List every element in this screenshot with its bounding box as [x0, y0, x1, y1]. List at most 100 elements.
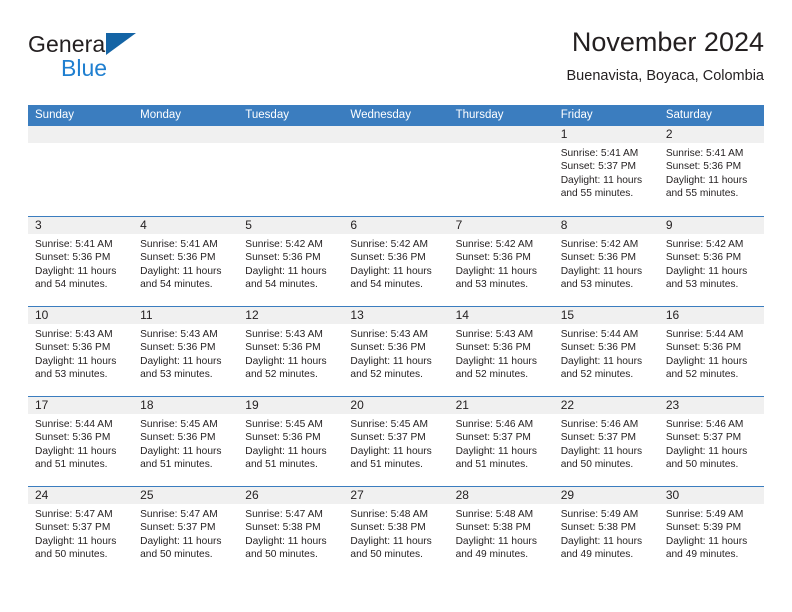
- sunrise-text: Sunrise: 5:43 AM: [245, 329, 323, 340]
- daylight-text-line1: Daylight: 11 hours: [665, 445, 748, 457]
- day-cell[interactable]: 5 Sunrise: 5:42 AM Sunset: 5:36 PM Daylight…: [238, 217, 344, 306]
- day-cell[interactable]: 14 Sunrise: 5:43 AM Sunset: 5:36 PM Dayligh…: [448, 307, 554, 396]
- day-number: 9: [658, 217, 764, 234]
- day-cell[interactable]: 8 Sunrise: 5:42 AM Sunset: 5:36 PM Daylight…: [553, 217, 659, 306]
- day-details: Sunrise: 5:41 AM Sunset: 5:36 PM Daylight:…: [659, 143, 764, 200]
- daylight-text-line1: Daylight: 11 hours: [140, 445, 222, 457]
- day-number: 27: [343, 487, 449, 504]
- sunset-text: Sunset: 5:36 PM: [455, 342, 531, 354]
- day-number: [238, 126, 344, 143]
- day-cell[interactable]: 11 Sunrise: 5:43 AM Sunset: 5:36 PM Dayligh…: [133, 307, 239, 396]
- day-details: Sunrise: 5:44 AM Sunset: 5:36 PM Daylight:…: [28, 414, 133, 471]
- page-subtitle: Buenavista, Boyaca, Colombia: [566, 68, 764, 84]
- day-cell[interactable]: 26 Sunrise: 5:47 AM Sunset: 5:38 PM Dayligh…: [238, 487, 344, 576]
- day-details: Sunrise: 5:47 AM Sunset: 5:37 PM Daylight:…: [133, 504, 238, 561]
- day-details: Sunrise: 5:46 AM Sunset: 5:37 PM Daylight:…: [659, 414, 764, 471]
- daylight-text-line2: and 54 minutes.: [35, 278, 108, 290]
- day-number: [28, 126, 134, 143]
- sunrise-text: Sunrise: 5:49 AM: [560, 509, 639, 520]
- day-cell-empty: [238, 126, 344, 216]
- day-details: Sunrise: 5:48 AM Sunset: 5:38 PM Daylight:…: [449, 504, 554, 561]
- day-cell[interactable]: 12 Sunrise: 5:43 AM Sunset: 5:36 PM Dayligh…: [238, 307, 344, 396]
- day-cell[interactable]: 21 Sunrise: 5:46 AM Sunset: 5:37 PM Dayligh…: [448, 397, 554, 486]
- daylight-text-line2: and 55 minutes.: [665, 187, 739, 199]
- day-cell[interactable]: 4 Sunrise: 5:41 AM Sunset: 5:36 PM Daylight…: [133, 217, 239, 306]
- day-cell[interactable]: 10 Sunrise: 5:43 AM Sunset: 5:36 PM Dayligh…: [28, 307, 134, 396]
- day-number: 17: [28, 397, 134, 414]
- daylight-text-line1: Daylight: 11 hours: [35, 445, 117, 457]
- title-block: November 2024 Buenavista, Boyaca, Colomb…: [567, 26, 764, 86]
- daylight-text-line2: and 53 minutes.: [665, 278, 739, 290]
- daylight-text-line2: and 50 minutes.: [560, 458, 634, 470]
- day-number: 25: [133, 487, 239, 504]
- day-cell[interactable]: 16 Sunrise: 5:44 AM Sunset: 5:36 PM Dayligh…: [658, 307, 764, 396]
- day-cell[interactable]: 30 Sunrise: 5:49 AM Sunset: 5:39 PM Dayligh…: [658, 487, 764, 576]
- daylight-text-line2: and 54 minutes.: [350, 278, 423, 290]
- daylight-text-line1: Daylight: 11 hours: [245, 355, 327, 367]
- day-details: Sunrise: 5:42 AM Sunset: 5:36 PM Daylight:…: [449, 234, 554, 291]
- dow-wednesday: Wednesday: [350, 109, 411, 121]
- day-details: Sunrise: 5:44 AM Sunset: 5:36 PM Daylight:…: [554, 324, 659, 381]
- dow-tuesday: Tuesday: [245, 109, 289, 121]
- calendar-week-row: 10 Sunrise: 5:43 AM Sunset: 5:36 PM Dayligh…: [28, 306, 764, 396]
- day-cell[interactable]: 29 Sunrise: 5:49 AM Sunset: 5:38 PM Dayligh…: [553, 487, 659, 576]
- daylight-text-line1: Daylight: 11 hours: [665, 174, 748, 186]
- day-details: Sunrise: 5:44 AM Sunset: 5:36 PM Daylight:…: [659, 324, 764, 381]
- daylight-text-line1: Daylight: 11 hours: [350, 355, 432, 367]
- day-cell[interactable]: 1 Sunrise: 5:41 AM Sunset: 5:37 PM Daylight…: [553, 126, 659, 216]
- sunset-text: Sunset: 5:38 PM: [455, 522, 531, 534]
- day-number: 22: [553, 397, 659, 414]
- sunrise-text: Sunrise: 5:43 AM: [455, 329, 534, 340]
- daylight-text-line1: Daylight: 11 hours: [455, 445, 537, 457]
- day-cell[interactable]: 3 Sunrise: 5:41 AM Sunset: 5:36 PM Daylight…: [28, 217, 134, 306]
- sunrise-text: Sunrise: 5:42 AM: [665, 239, 744, 250]
- daylight-text-line2: and 49 minutes.: [665, 548, 739, 560]
- day-cell[interactable]: 17 Sunrise: 5:44 AM Sunset: 5:36 PM Dayligh…: [28, 397, 134, 486]
- day-cell[interactable]: 23 Sunrise: 5:46 AM Sunset: 5:37 PM Dayligh…: [658, 397, 764, 486]
- calendar-weeks: 1 Sunrise: 5:41 AM Sunset: 5:37 PM Daylight…: [28, 126, 764, 576]
- sunrise-text: Sunrise: 5:42 AM: [350, 239, 429, 250]
- day-details: Sunrise: 5:49 AM Sunset: 5:39 PM Daylight:…: [659, 504, 764, 561]
- sunset-text: Sunset: 5:37 PM: [560, 432, 637, 444]
- sunrise-text: Sunrise: 5:45 AM: [245, 419, 323, 430]
- day-cell[interactable]: 27 Sunrise: 5:48 AM Sunset: 5:38 PM Dayligh…: [343, 487, 449, 576]
- daylight-text-line2: and 52 minutes.: [455, 368, 529, 380]
- day-cell[interactable]: 13 Sunrise: 5:43 AM Sunset: 5:36 PM Dayligh…: [343, 307, 449, 396]
- day-number: 12: [238, 307, 344, 324]
- day-number: [343, 126, 449, 143]
- sunrise-text: Sunrise: 5:46 AM: [665, 419, 744, 430]
- daylight-text-line2: and 50 minutes.: [245, 548, 318, 560]
- day-cell[interactable]: 19 Sunrise: 5:45 AM Sunset: 5:36 PM Dayligh…: [238, 397, 344, 486]
- day-cell[interactable]: 20 Sunrise: 5:45 AM Sunset: 5:37 PM Dayligh…: [343, 397, 449, 486]
- day-cell[interactable]: 7 Sunrise: 5:42 AM Sunset: 5:36 PM Daylight…: [448, 217, 554, 306]
- sunset-text: Sunset: 5:36 PM: [35, 252, 111, 264]
- day-cell[interactable]: 15 Sunrise: 5:44 AM Sunset: 5:36 PM Dayligh…: [553, 307, 659, 396]
- daylight-text-line1: Daylight: 11 hours: [350, 265, 432, 277]
- dow-sunday: Sunday: [35, 109, 75, 121]
- calendar-week-row: 3 Sunrise: 5:41 AM Sunset: 5:36 PM Daylight…: [28, 216, 764, 306]
- sunset-text: Sunset: 5:36 PM: [665, 161, 742, 173]
- day-cell[interactable]: 28 Sunrise: 5:48 AM Sunset: 5:38 PM Dayligh…: [448, 487, 554, 576]
- day-cell[interactable]: 18 Sunrise: 5:45 AM Sunset: 5:36 PM Dayligh…: [133, 397, 239, 486]
- day-cell-empty: [133, 126, 239, 216]
- daylight-text-line1: Daylight: 11 hours: [665, 265, 748, 277]
- daylight-text-line2: and 51 minutes.: [140, 458, 213, 470]
- day-cell[interactable]: 2 Sunrise: 5:41 AM Sunset: 5:36 PM Daylight…: [658, 126, 764, 216]
- day-cell[interactable]: 6 Sunrise: 5:42 AM Sunset: 5:36 PM Daylight…: [343, 217, 449, 306]
- sunset-text: Sunset: 5:36 PM: [140, 342, 216, 354]
- day-cell[interactable]: 24 Sunrise: 5:47 AM Sunset: 5:37 PM Dayligh…: [28, 487, 134, 576]
- day-details: Sunrise: 5:49 AM Sunset: 5:38 PM Daylight:…: [554, 504, 659, 561]
- sunrise-text: Sunrise: 5:42 AM: [455, 239, 534, 250]
- day-details: Sunrise: 5:42 AM Sunset: 5:36 PM Daylight:…: [659, 234, 764, 291]
- sunset-text: Sunset: 5:36 PM: [140, 252, 216, 264]
- day-number: 7: [448, 217, 554, 234]
- daylight-text-line2: and 50 minutes.: [140, 548, 213, 560]
- sunset-text: Sunset: 5:36 PM: [245, 432, 321, 444]
- sunset-text: Sunset: 5:36 PM: [245, 252, 321, 264]
- day-cell[interactable]: 25 Sunrise: 5:47 AM Sunset: 5:37 PM Dayligh…: [133, 487, 239, 576]
- general-blue-logo[interactable]: General Blue: [28, 32, 258, 90]
- day-cell[interactable]: 9 Sunrise: 5:42 AM Sunset: 5:36 PM Daylight…: [658, 217, 764, 306]
- day-cell[interactable]: 22 Sunrise: 5:46 AM Sunset: 5:37 PM Dayligh…: [553, 397, 659, 486]
- day-details: Sunrise: 5:43 AM Sunset: 5:36 PM Daylight:…: [133, 324, 238, 381]
- daylight-text-line1: Daylight: 11 hours: [350, 445, 432, 457]
